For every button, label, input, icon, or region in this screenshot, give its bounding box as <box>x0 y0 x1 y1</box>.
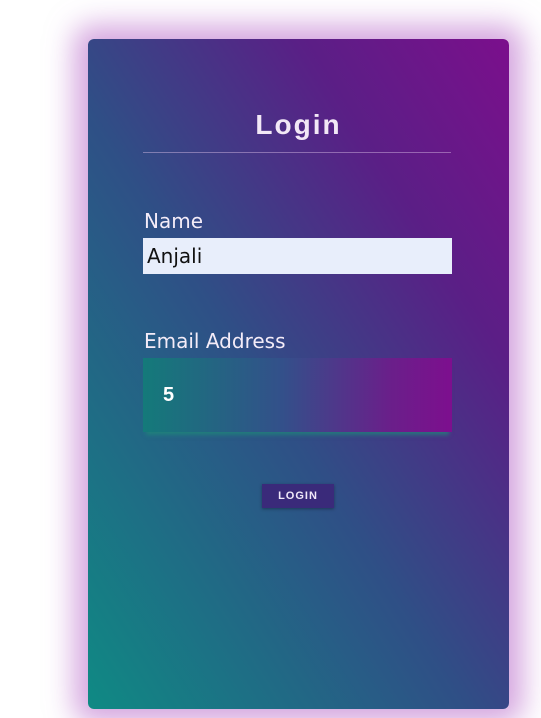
page: Login Name Email Address LOGIN <box>0 0 541 718</box>
form-title: Login <box>255 109 342 140</box>
login-card: Login Name Email Address LOGIN <box>88 39 509 709</box>
name-input[interactable] <box>143 238 452 274</box>
email-label: Email Address <box>144 329 286 353</box>
title-divider <box>143 152 451 153</box>
name-label: Name <box>144 209 204 233</box>
email-input[interactable] <box>143 358 452 432</box>
login-button[interactable]: LOGIN <box>262 484 334 508</box>
